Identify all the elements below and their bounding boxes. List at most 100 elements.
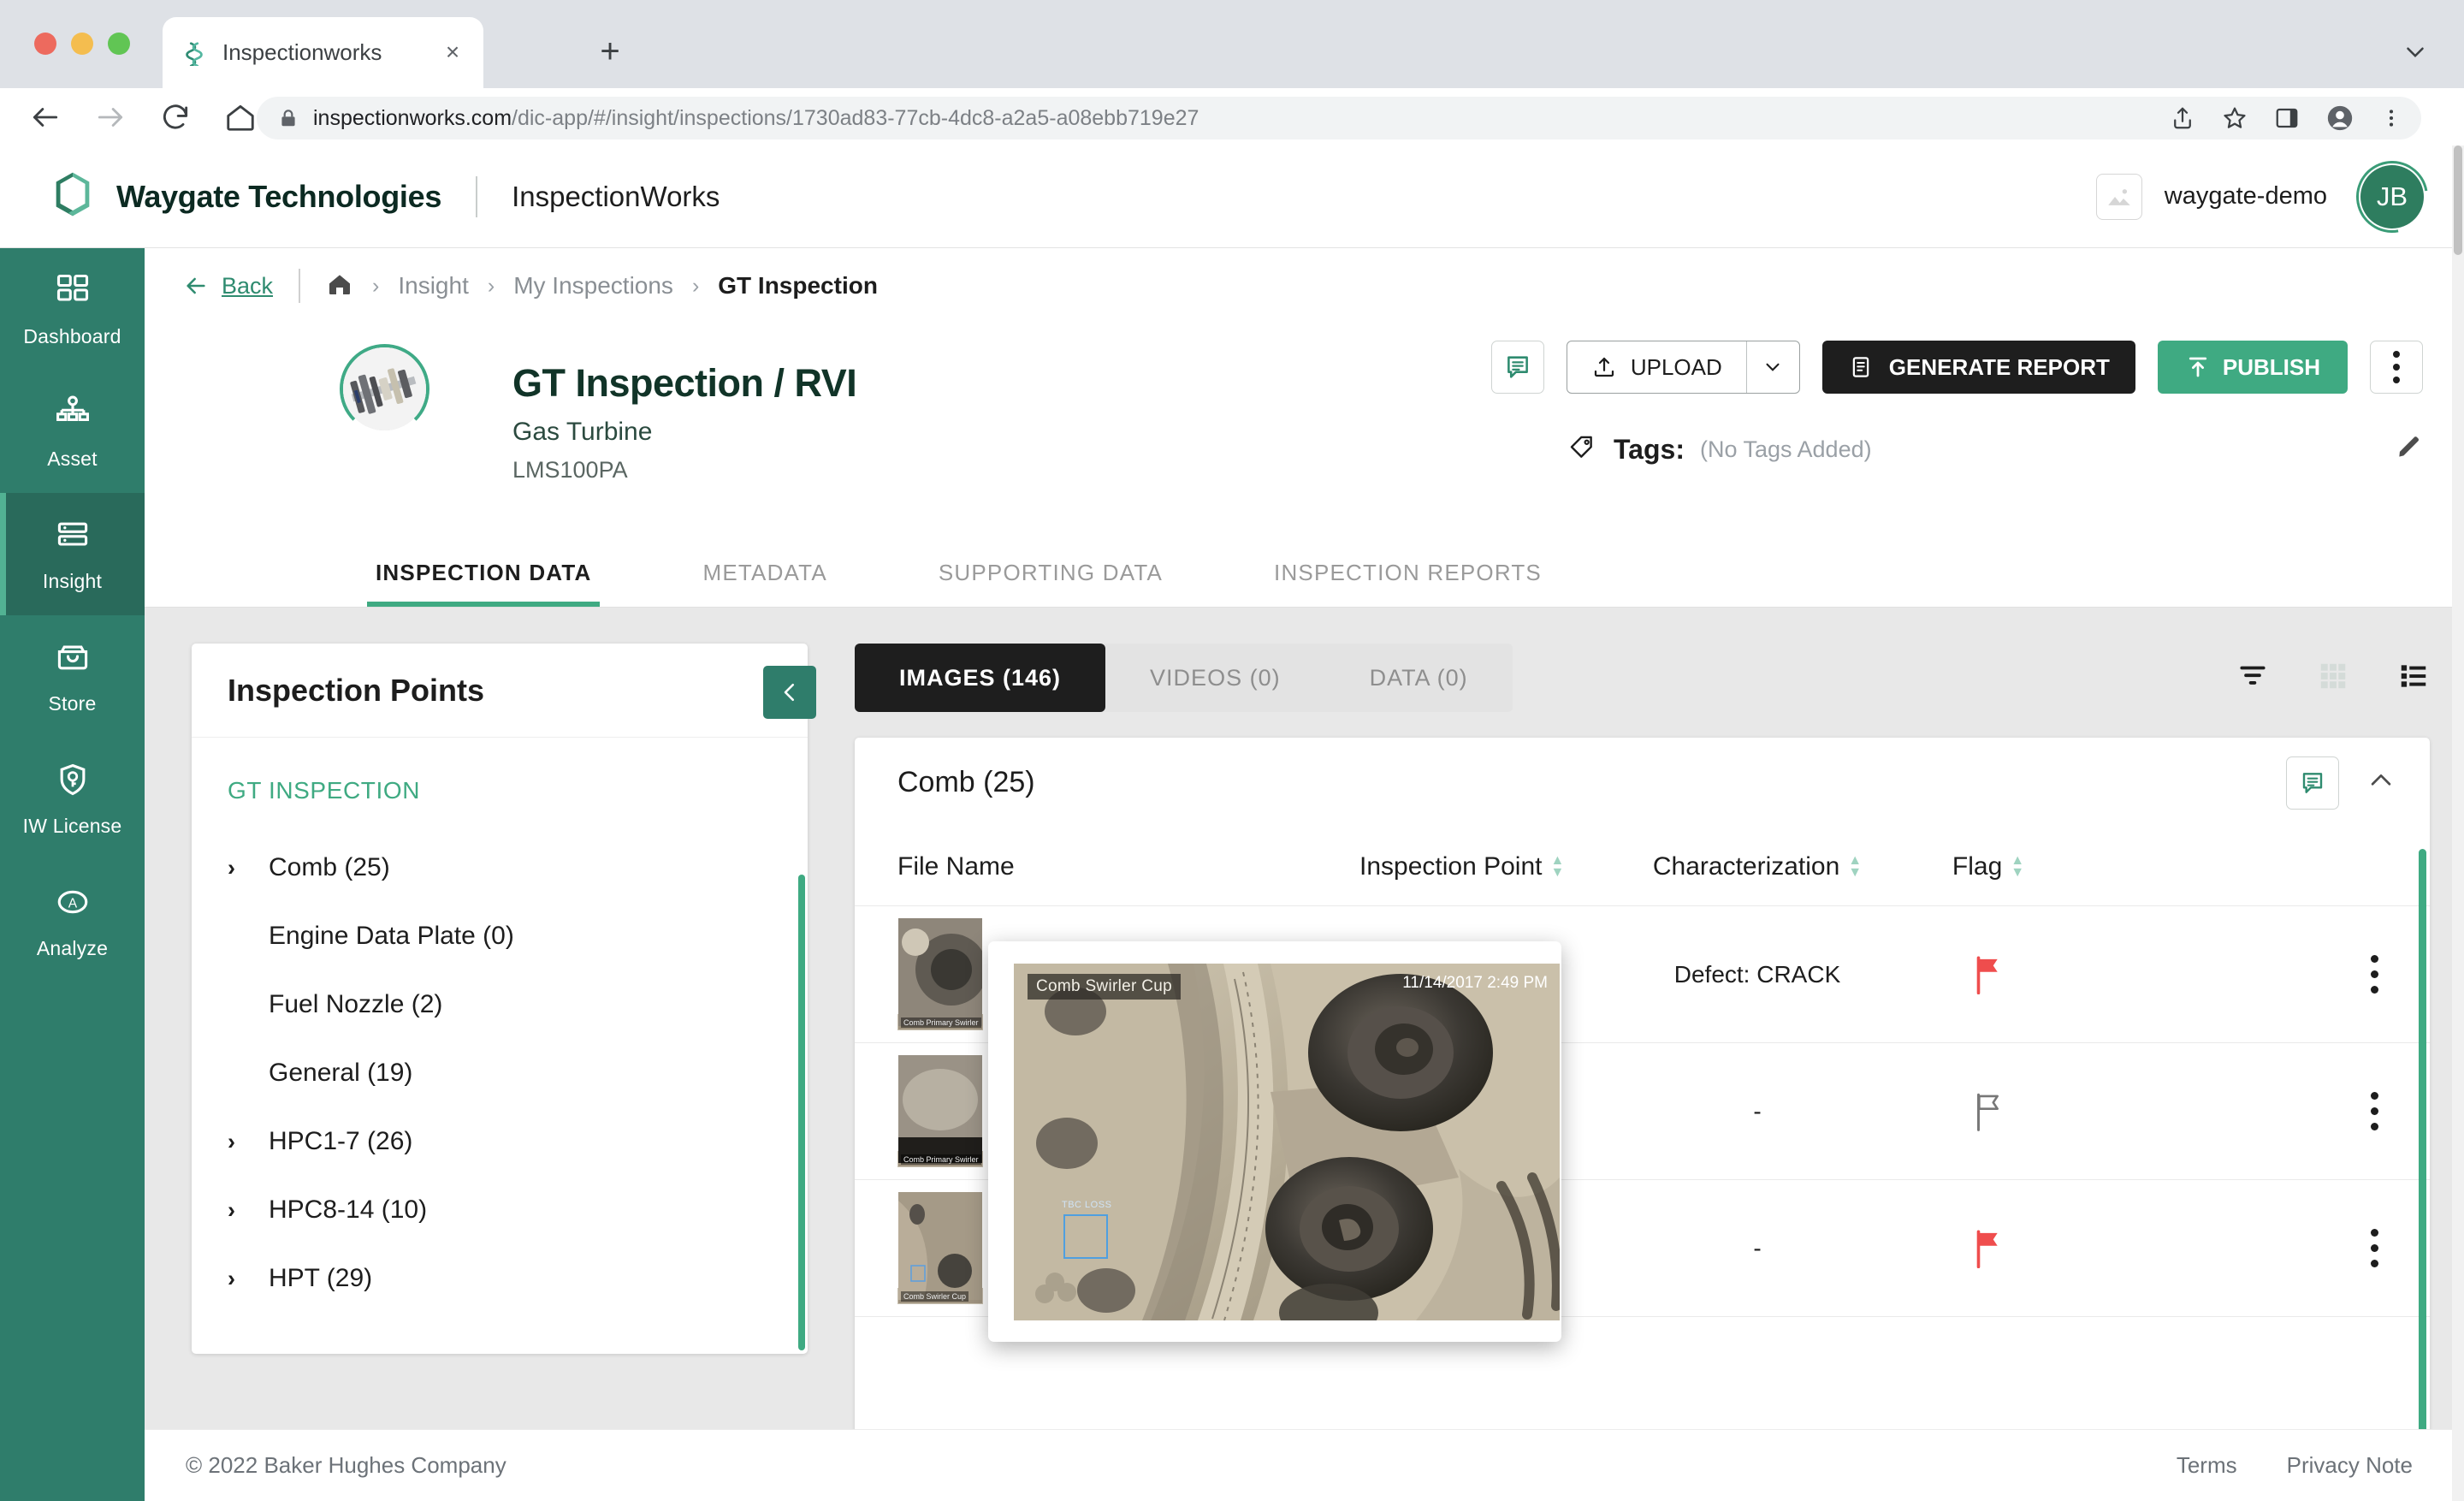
list-view-icon[interactable]	[2397, 660, 2430, 697]
preview-image-timestamp: 11/14/2017 2:49 PM	[1402, 974, 1548, 992]
tab-supporting-data[interactable]: SUPPORTING DATA	[930, 560, 1171, 607]
generate-report-button[interactable]: GENERATE REPORT	[1821, 341, 2135, 394]
comment-lines-icon[interactable]	[2286, 756, 2339, 810]
browser-menu-icon[interactable]	[2380, 105, 2402, 131]
sort-arrows-icon[interactable]: ▲ ▼	[1848, 854, 1862, 880]
image-placeholder-icon	[2095, 173, 2142, 220]
tab-videos[interactable]: VIDEOS (0)	[1105, 644, 1325, 712]
forward-navigation-icon[interactable]	[87, 94, 133, 140]
inspection-point-general[interactable]: General (19)	[192, 1039, 808, 1107]
close-window-button[interactable]	[34, 33, 56, 55]
sidebar-item-analyze[interactable]: A Analyze	[0, 860, 145, 982]
tab-images[interactable]: IMAGES (146)	[855, 644, 1106, 712]
tab-metadata[interactable]: METADATA	[694, 560, 835, 607]
chevron-up-icon[interactable]	[2366, 766, 2396, 799]
column-file-name[interactable]: File Name	[897, 852, 1359, 881]
organization-chip[interactable]: waygate-demo	[2095, 173, 2327, 220]
asset-type: Gas Turbine	[512, 418, 653, 446]
chevron-right-icon[interactable]: ›	[228, 1197, 269, 1224]
inspection-points-scrollbar[interactable]	[798, 875, 805, 1350]
pencil-edit-icon[interactable]	[2394, 433, 2423, 466]
page-scrollbar[interactable]	[2452, 145, 2464, 1501]
back-button[interactable]: Back	[182, 272, 273, 300]
column-inspection-point[interactable]: Inspection Point ▲ ▼	[1359, 852, 1633, 881]
chevron-down-icon[interactable]	[2401, 38, 2430, 71]
media-table-scrollbar[interactable]	[2419, 849, 2426, 1501]
inspection-point-label: HPC8-14 (10)	[269, 1195, 428, 1224]
row-kebab-menu-icon[interactable]	[2319, 1229, 2430, 1267]
view-controls	[2236, 660, 2430, 697]
chevron-right-icon[interactable]: ›	[228, 1266, 269, 1292]
inspection-point-hpc1-7[interactable]: › HPC1-7 (26)	[192, 1107, 808, 1176]
chevron-right-icon: ›	[691, 273, 700, 298]
terms-link[interactable]: Terms	[2177, 1452, 2237, 1479]
row-flag[interactable]	[1881, 955, 2095, 994]
close-tab-icon[interactable]: ×	[441, 40, 465, 65]
tab-inspection-data[interactable]: INSPECTION DATA	[367, 560, 601, 607]
sort-arrows-icon[interactable]: ▲ ▼	[2011, 854, 2024, 880]
grid-view-icon[interactable]	[2317, 660, 2349, 697]
window-traffic-lights[interactable]	[34, 33, 130, 55]
inspection-point-hpc8-14[interactable]: › HPC8-14 (10)	[192, 1176, 808, 1244]
thumbnail-label: Comb Swirler Cup	[901, 1291, 969, 1302]
share-icon[interactable]	[2170, 105, 2195, 131]
organization-name: waygate-demo	[2164, 182, 2327, 210]
row-characterization: Defect: CRACK	[1673, 960, 1841, 988]
sidebar-item-asset[interactable]: Asset	[0, 371, 145, 493]
media-tabs: IMAGES (146) VIDEOS (0) DATA (0)	[855, 644, 1513, 712]
avatar[interactable]: JB	[2342, 146, 2443, 246]
collapse-panel-button[interactable]	[763, 666, 816, 719]
reload-icon[interactable]	[152, 94, 198, 140]
brand-lockup[interactable]: Waygate Technologies	[48, 169, 441, 223]
browser-tab[interactable]: Inspectionworks ×	[163, 17, 483, 88]
address-bar[interactable]: inspectionworks.com/dic-app/#/insight/in…	[257, 97, 2421, 139]
inspection-points-header: Inspection Points	[192, 644, 808, 738]
bookmark-star-icon[interactable]	[2221, 104, 2248, 132]
browser-titlebar: Inspectionworks × +	[0, 0, 2464, 88]
inspection-point-comb[interactable]: › Comb (25)	[192, 834, 808, 902]
profile-avatar-icon[interactable]	[2325, 104, 2354, 133]
column-label: Flag	[1952, 851, 2003, 881]
row-kebab-menu-icon[interactable]	[2319, 1092, 2430, 1130]
chevron-right-icon[interactable]: ›	[228, 855, 269, 881]
privacy-note-link[interactable]: Privacy Note	[2287, 1452, 2413, 1479]
sidepanel-icon[interactable]	[2274, 105, 2300, 131]
sidebar-item-insight[interactable]: Insight	[0, 493, 145, 615]
sidebar-item-store[interactable]: Store	[0, 615, 145, 738]
filter-funnel-icon[interactable]	[2236, 660, 2269, 697]
minimize-window-button[interactable]	[71, 33, 93, 55]
comb-section-title: Comb (25)	[897, 766, 1035, 798]
column-label: File Name	[897, 851, 1015, 881]
kebab-menu-icon[interactable]	[2370, 341, 2423, 394]
chevron-right-icon[interactable]: ›	[228, 1129, 269, 1155]
column-characterization[interactable]: Characterization ▲ ▼	[1633, 852, 1881, 881]
sort-arrows-icon[interactable]: ▲ ▼	[1550, 854, 1564, 880]
inspection-point-fuel-nozzle[interactable]: Fuel Nozzle (2)	[192, 970, 808, 1039]
publish-button[interactable]: PUBLISH	[2157, 341, 2348, 394]
browser-tab-title: Inspectionworks	[222, 39, 382, 65]
address-bar-url: inspectionworks.com/dic-app/#/insight/in…	[313, 106, 1199, 131]
breadcrumb-item-my-inspections[interactable]: My Inspections	[513, 272, 673, 300]
breadcrumb-item-insight[interactable]: Insight	[398, 272, 469, 300]
tab-inspection-reports[interactable]: INSPECTION REPORTS	[1265, 560, 1550, 607]
inspection-point-hpt[interactable]: › HPT (29)	[192, 1244, 808, 1313]
row-flag[interactable]	[1881, 1229, 2095, 1268]
inspection-point-label: HPC1-7 (26)	[269, 1127, 413, 1155]
inspection-point-engine-data-plate[interactable]: Engine Data Plate (0)	[192, 902, 808, 970]
sidebar-item-iw-license[interactable]: IW License	[0, 738, 145, 860]
back-navigation-icon[interactable]	[22, 94, 68, 140]
page-scrollbar-thumb[interactable]	[2454, 145, 2462, 255]
insight-server-icon	[54, 516, 92, 558]
column-flag[interactable]: Flag ▲ ▼	[1881, 852, 2095, 881]
row-kebab-menu-icon[interactable]	[2319, 955, 2430, 994]
maximize-window-button[interactable]	[108, 33, 130, 55]
comment-lines-icon[interactable]	[1490, 341, 1544, 394]
upload-button-group[interactable]: UPLOAD	[1566, 341, 1800, 394]
row-flag[interactable]	[1881, 1092, 2095, 1131]
tab-data[interactable]: DATA (0)	[1325, 644, 1513, 712]
upload-button[interactable]: UPLOAD	[1567, 341, 1746, 393]
new-tab-button[interactable]: +	[590, 33, 630, 72]
upload-dropdown-toggle[interactable]	[1745, 341, 1799, 393]
home-icon[interactable]	[326, 270, 353, 302]
sidebar-item-dashboard[interactable]: Dashboard	[0, 248, 145, 371]
